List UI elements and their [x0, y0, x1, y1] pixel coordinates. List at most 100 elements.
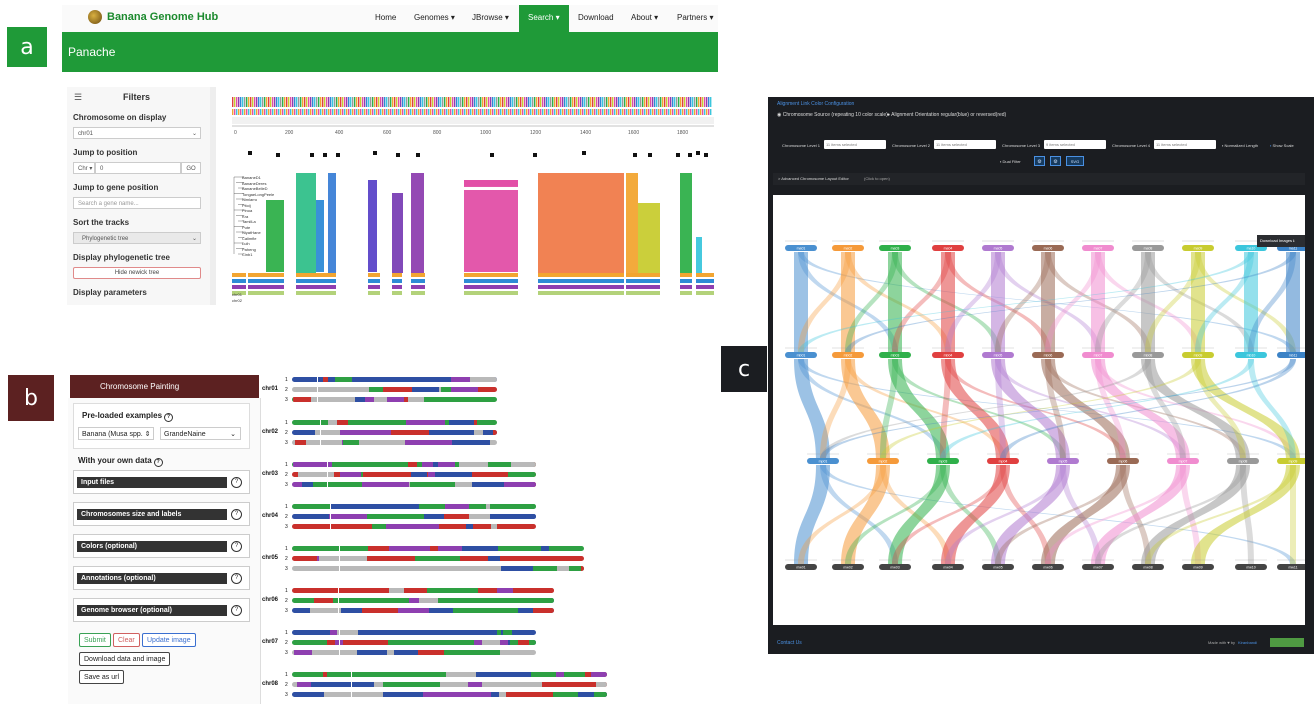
help-icon[interactable]: ?	[231, 573, 242, 584]
presence-stripe	[448, 97, 450, 107]
presence-stripe	[474, 97, 476, 107]
haplotype-bar[interactable]	[292, 504, 536, 509]
presence-stripe	[584, 97, 586, 107]
presence-stripe	[364, 97, 366, 107]
chromosome-select[interactable]: chr01 ⌄	[73, 127, 201, 139]
presence-stripe	[400, 97, 402, 107]
presence-stripe	[404, 109, 406, 115]
accordion-annotations[interactable]: Annotations (optional)?	[73, 566, 250, 590]
update-image-button[interactable]: Update image	[142, 633, 196, 647]
normalized-checkbox[interactable]: ▪ Normalized Length	[1222, 143, 1258, 148]
haplotype-bar[interactable]	[292, 482, 536, 487]
presence-stripe	[564, 97, 566, 107]
jump-position-input[interactable]: 0	[95, 162, 181, 174]
species-select[interactable]: Banana (Musa spp. ⇕	[78, 427, 154, 440]
level-select[interactable]: 11 items selected	[824, 140, 886, 149]
haplotype-bar[interactable]	[292, 692, 607, 697]
haplotype-bar[interactable]	[292, 682, 607, 687]
haplotype-bar[interactable]	[292, 630, 536, 635]
cultivar-select[interactable]: GrandeNaine ⌄	[160, 427, 241, 440]
advanced-editor-bar[interactable]: > Advanced Chromosome Layout Editor (Cli…	[773, 173, 1305, 185]
snapshot-icon[interactable]: ⚙	[1050, 156, 1061, 166]
author-link[interactable]: Kiranbandi	[1238, 640, 1257, 645]
haplotype-bar[interactable]	[292, 472, 536, 477]
go-button[interactable]: GO	[181, 162, 201, 174]
help-icon[interactable]: ?	[231, 509, 242, 520]
chromosome-name: ma02	[844, 247, 853, 251]
presence-stripe	[262, 97, 264, 107]
level-select[interactable]: 11 items selected	[934, 140, 996, 149]
nav-about[interactable]: About ▾	[631, 13, 658, 22]
haplotype-bar[interactable]	[292, 440, 497, 445]
presence-stripe	[276, 97, 278, 107]
contact-link[interactable]: Contact Us	[777, 640, 802, 646]
help-icon[interactable]: ?	[164, 413, 174, 422]
haplotype-bar[interactable]	[292, 598, 554, 603]
haplotype-bar[interactable]	[292, 556, 584, 561]
help-icon[interactable]: ?	[231, 477, 242, 488]
svg-button[interactable]: SVG	[1066, 156, 1084, 166]
haplotype-bar[interactable]	[292, 514, 536, 519]
level-select[interactable]: 11 items selected	[1154, 140, 1216, 149]
haplotype-bar[interactable]	[292, 462, 536, 467]
haplotype-bar[interactable]	[292, 608, 554, 613]
sort-select[interactable]: Phylogenetic tree ⌄	[73, 232, 201, 244]
gear-icon[interactable]: ⚙	[1034, 156, 1045, 166]
presence-stripe	[308, 109, 310, 115]
haplotype-bar[interactable]	[292, 588, 554, 593]
nav-home[interactable]: Home	[375, 13, 396, 22]
haplotype-bar[interactable]	[292, 672, 607, 677]
nav-partners[interactable]: Partners ▾	[677, 13, 713, 22]
chromosome-name: mb11	[1289, 354, 1298, 358]
hide-tree-button[interactable]: Hide newick tree	[73, 267, 201, 279]
haplotype-bar[interactable]	[292, 566, 584, 571]
gene-block	[538, 173, 624, 273]
presence-stripe	[340, 97, 342, 107]
accordion-input-files[interactable]: Input files?	[73, 470, 250, 494]
radio-chromosome-source[interactable]: ◉ Chromosome Source (repeating 10 color …	[777, 112, 888, 118]
dual-filter-checkbox[interactable]: ▪ Dual Filter	[1000, 159, 1021, 164]
accordion-genome-browser[interactable]: Genome browser (optional)?	[73, 598, 250, 622]
config-link[interactable]: Alignment Link Color Configuration	[777, 101, 854, 107]
clear-button[interactable]: Clear	[113, 633, 140, 647]
haplotype-bar[interactable]	[292, 397, 497, 402]
nav-genomes[interactable]: Genomes ▾	[414, 13, 455, 22]
download-images-button[interactable]: Download Images ⭳	[1257, 235, 1305, 247]
filter-icon[interactable]: ☰	[74, 92, 82, 103]
haplotype-bar[interactable]	[292, 387, 497, 392]
presence-stripe	[458, 97, 460, 107]
help-icon[interactable]: ?	[153, 458, 163, 467]
ruler-tick: 1600	[628, 130, 640, 136]
haplotype-bar[interactable]	[292, 546, 584, 551]
sidebar-scrollbar[interactable]	[210, 87, 216, 305]
haplotype-bar[interactable]	[292, 430, 497, 435]
nav-jbrowse[interactable]: JBrowse ▾	[472, 13, 509, 22]
download-button[interactable]: Download data and image	[79, 652, 171, 666]
help-icon[interactable]: ?	[231, 605, 242, 616]
presence-stripe	[390, 97, 392, 107]
save-url-button[interactable]: Save as url	[79, 670, 125, 684]
level-select[interactable]: 9 items selected	[1044, 140, 1106, 149]
help-icon[interactable]: ?	[231, 541, 242, 552]
presence-stripe	[632, 97, 634, 107]
presence-stripe	[672, 109, 674, 115]
submit-button[interactable]: Submit	[79, 633, 111, 647]
brand[interactable]: Banana Genome Hub	[88, 10, 218, 24]
accordion-chromosomes[interactable]: Chromosomes size and labels?	[73, 502, 250, 526]
presence-stripe	[274, 97, 276, 107]
nav-search[interactable]: Search ▾	[528, 13, 560, 22]
jump-chr-select[interactable]: Chr ▾	[73, 162, 95, 174]
presence-stripe	[524, 97, 526, 107]
haplotype-segment	[505, 692, 553, 697]
gene-search-input[interactable]: Search a gene name...	[73, 197, 201, 209]
haplotype-bar[interactable]	[292, 640, 536, 645]
accordion-colors[interactable]: Colors (optional)?	[73, 534, 250, 558]
presence-stripe	[562, 97, 564, 107]
haplotype-bar[interactable]	[292, 420, 497, 425]
radio-orientation[interactable]: ● Alignment Orientation regular(blue) or…	[887, 112, 1006, 118]
haplotype-bar[interactable]	[292, 377, 497, 382]
haplotype-bar[interactable]	[292, 524, 536, 529]
nav-download[interactable]: Download	[578, 13, 614, 22]
haplotype-bar[interactable]	[292, 650, 536, 655]
show-scale-checkbox[interactable]: ▪ Show Scale	[1270, 143, 1294, 148]
